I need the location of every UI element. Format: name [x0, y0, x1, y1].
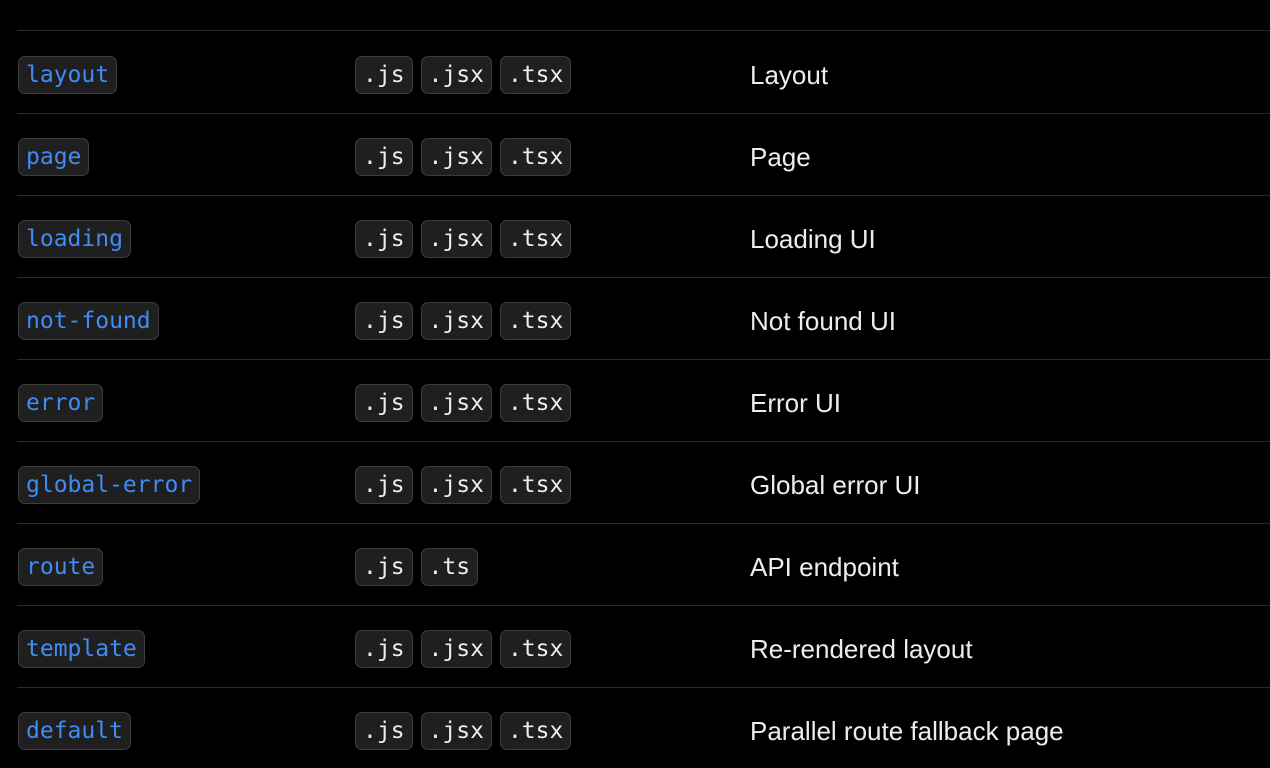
- extension-code: .tsx: [499, 384, 572, 422]
- table-row: default .js .jsx .tsx Parallel route fallbac…: [17, 688, 1270, 768]
- description-cell: Parallel route fallback page: [750, 716, 1064, 746]
- file-name-cell: error: [18, 384, 104, 422]
- description-cell: API endpoint: [750, 552, 899, 582]
- file-name-cell: page: [18, 138, 90, 176]
- extensions-cell: .js .jsx .tsx: [355, 630, 572, 668]
- extension-code: .tsx: [499, 138, 572, 176]
- file-name-code: default: [18, 712, 131, 750]
- extensions-cell: .js .jsx .tsx: [355, 138, 572, 176]
- file-name-code: template: [18, 630, 145, 668]
- extensions-cell: .js .jsx .tsx: [355, 466, 572, 504]
- file-name-code: global-error: [18, 466, 201, 504]
- file-name-cell: template: [18, 630, 145, 668]
- table-row: error .js .jsx .tsx Error UI: [17, 360, 1270, 442]
- extensions-cell: .js .jsx .tsx: [355, 220, 572, 258]
- file-name-code: route: [18, 548, 104, 586]
- extension-code: .jsx: [420, 220, 492, 258]
- table-row: layout .js .jsx .tsx Layout: [17, 32, 1270, 114]
- extension-code: .jsx: [420, 56, 492, 94]
- extensions-cell: .js .jsx .tsx: [355, 712, 572, 750]
- file-name-code: not-found: [18, 302, 159, 340]
- extension-code: .jsx: [420, 712, 492, 750]
- file-name-cell: route: [18, 548, 104, 586]
- description-cell: Loading UI: [750, 224, 876, 254]
- description-cell: Page: [750, 142, 811, 172]
- description-cell: Not found UI: [750, 306, 896, 336]
- description-cell: Global error UI: [750, 470, 921, 500]
- file-name-code: error: [18, 384, 104, 422]
- extension-code: .tsx: [499, 302, 572, 340]
- extension-code: .js: [355, 302, 413, 340]
- extension-code: .jsx: [420, 630, 492, 668]
- extension-code: .js: [355, 384, 413, 422]
- extension-code: .jsx: [420, 466, 492, 504]
- extension-code: .js: [355, 220, 413, 258]
- extension-code: .tsx: [499, 220, 572, 258]
- extensions-cell: .js .jsx .tsx: [355, 56, 572, 94]
- file-name-cell: global-error: [18, 466, 201, 504]
- file-name-code: loading: [18, 220, 131, 258]
- extension-code: .js: [355, 56, 413, 94]
- file-name-cell: loading: [18, 220, 131, 258]
- description-cell: Re-rendered layout: [750, 634, 973, 664]
- extension-code: .tsx: [499, 56, 572, 94]
- file-name-code: page: [18, 138, 90, 176]
- file-name-cell: default: [18, 712, 131, 750]
- extension-code: .ts: [420, 548, 479, 586]
- table-row: global-error .js .jsx .tsx Global error UI: [17, 442, 1270, 524]
- extension-code: .jsx: [420, 138, 492, 176]
- table-row: not-found .js .jsx .tsx Not found UI: [17, 278, 1270, 360]
- table-row: route .js .ts API endpoint: [17, 524, 1270, 606]
- table-row: template .js .jsx .tsx Re-rendered layout: [17, 606, 1270, 688]
- extensions-cell: .js .ts: [355, 548, 479, 586]
- table-row: loading .js .jsx .tsx Loading UI: [17, 196, 1270, 278]
- table-top-divider: [17, 30, 1270, 31]
- extension-code: .tsx: [499, 712, 572, 750]
- extensions-cell: .js .jsx .tsx: [355, 384, 572, 422]
- extensions-cell: .js .jsx .tsx: [355, 302, 572, 340]
- extension-code: .js: [355, 630, 413, 668]
- file-name-cell: layout: [18, 56, 118, 94]
- extension-code: .js: [355, 548, 413, 586]
- file-conventions-table: layout .js .jsx .tsx Layout page .js .jsx .tsx Pa…: [0, 0, 1270, 768]
- extension-code: .jsx: [420, 384, 492, 422]
- description-cell: Layout: [750, 60, 829, 90]
- extension-code: .tsx: [499, 466, 572, 504]
- extension-code: .jsx: [420, 302, 492, 340]
- extension-code: .js: [355, 712, 413, 750]
- description-cell: Error UI: [750, 388, 841, 418]
- table-row: page .js .jsx .tsx Page: [17, 114, 1270, 196]
- extension-code: .js: [355, 138, 413, 176]
- extension-code: .js: [355, 466, 413, 504]
- file-name-code: layout: [18, 56, 118, 94]
- extension-code: .tsx: [499, 630, 572, 668]
- file-name-cell: not-found: [18, 302, 159, 340]
